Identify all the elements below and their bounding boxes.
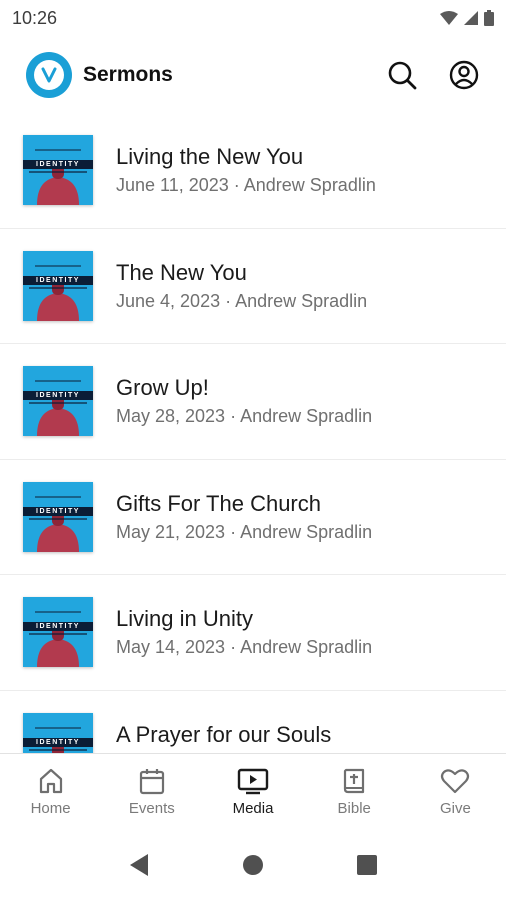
heart-icon bbox=[441, 768, 470, 793]
media-icon bbox=[237, 768, 269, 794]
nav-home-label: Home bbox=[30, 799, 71, 817]
nav-bible[interactable]: Bible bbox=[304, 754, 405, 829]
thumb-text: IDENTITY bbox=[36, 623, 80, 631]
sermon-list[interactable]: IDENTITY Living the New You June 11, 202… bbox=[0, 113, 506, 753]
sermon-title: Living in Unity bbox=[116, 606, 253, 632]
account-icon bbox=[449, 60, 479, 90]
page-title: Sermons bbox=[83, 63, 173, 86]
account-button[interactable] bbox=[448, 59, 480, 91]
nav-give[interactable]: Give bbox=[405, 754, 506, 829]
status-bar: 10:26 bbox=[0, 0, 506, 36]
nav-home[interactable]: Home bbox=[0, 754, 101, 829]
nav-bible-label: Bible bbox=[337, 799, 371, 817]
sermon-title: A Prayer for our Souls bbox=[116, 721, 332, 747]
nav-media[interactable]: Media bbox=[202, 754, 303, 829]
sermon-meta: May 28, 2023 · Andrew Spradlin bbox=[116, 406, 373, 427]
sermon-art-icon bbox=[23, 135, 93, 206]
sermon-thumbnail: IDENTITY bbox=[23, 481, 93, 552]
app-logo bbox=[26, 52, 72, 98]
recents-icon[interactable] bbox=[356, 854, 378, 876]
nav-events-label: Events bbox=[128, 799, 175, 817]
home-icon bbox=[39, 768, 62, 793]
nav-events[interactable]: Events bbox=[101, 754, 202, 829]
sermon-row-6[interactable]: IDENTITY A Prayer for our Souls bbox=[0, 691, 506, 753]
nav-media-label: Media bbox=[232, 799, 274, 817]
sermon-row-2[interactable]: IDENTITY The New You June 4, 2023 · Andr… bbox=[0, 229, 506, 344]
sermon-meta: May 14, 2023 · Andrew Spradlin bbox=[116, 637, 373, 658]
app-header: Sermons bbox=[0, 42, 506, 108]
sermon-meta: May 21, 2023 · Andrew Spradlin bbox=[116, 521, 373, 542]
nav-give-label: Give bbox=[439, 799, 471, 817]
status-time: 10:26 bbox=[12, 7, 58, 28]
sermon-thumbnail: IDENTITY bbox=[23, 712, 93, 753]
thumb-text: IDENTITY bbox=[36, 507, 80, 515]
bible-icon bbox=[344, 768, 365, 793]
sermon-row-3[interactable]: IDENTITY Grow Up! May 28, 2023 · Andrew … bbox=[0, 344, 506, 460]
sermon-row-5[interactable]: IDENTITY Living in Unity May 14, 2023 · … bbox=[0, 575, 506, 691]
sermon-row-4[interactable]: IDENTITY Gifts For The Church May 21, 20… bbox=[0, 460, 506, 575]
logo-v-icon bbox=[41, 67, 57, 83]
calendar-icon bbox=[139, 768, 164, 794]
signal-icon bbox=[464, 11, 478, 25]
sermon-meta: June 11, 2023 · Andrew Spradlin bbox=[116, 175, 376, 196]
wifi-icon bbox=[440, 11, 458, 25]
sermon-meta: June 4, 2023 · Andrew Spradlin bbox=[116, 290, 368, 311]
sermon-art-icon bbox=[23, 712, 93, 753]
thumb-text: IDENTITY bbox=[36, 392, 80, 400]
search-icon bbox=[388, 61, 417, 90]
home-circle-icon[interactable] bbox=[242, 854, 264, 876]
back-icon[interactable] bbox=[128, 853, 150, 877]
thumb-text: IDENTITY bbox=[36, 738, 80, 746]
battery-icon bbox=[484, 10, 494, 26]
sermon-title: Grow Up! bbox=[116, 375, 209, 401]
system-nav-bar bbox=[0, 830, 506, 900]
sermon-art-icon bbox=[23, 481, 93, 552]
sermon-title: Gifts For The Church bbox=[116, 490, 321, 516]
sermon-row-1[interactable]: IDENTITY Living the New You June 11, 202… bbox=[0, 113, 506, 229]
sermon-thumbnail: IDENTITY bbox=[23, 250, 93, 321]
bottom-nav: Home Events Media Bible Give bbox=[0, 753, 506, 829]
sermon-art-icon bbox=[23, 250, 93, 321]
sermon-art-icon bbox=[23, 366, 93, 437]
search-button[interactable] bbox=[386, 59, 418, 91]
thumb-text: IDENTITY bbox=[36, 276, 80, 284]
sermon-title: The New You bbox=[116, 259, 247, 285]
sermon-title: Living the New You bbox=[116, 144, 304, 170]
sermon-art-icon bbox=[23, 597, 93, 668]
sermon-thumbnail: IDENTITY bbox=[23, 597, 93, 668]
sermon-thumbnail: IDENTITY bbox=[23, 366, 93, 437]
thumb-text: IDENTITY bbox=[36, 161, 80, 169]
status-icons bbox=[440, 10, 494, 26]
sermon-thumbnail: IDENTITY bbox=[23, 135, 93, 206]
